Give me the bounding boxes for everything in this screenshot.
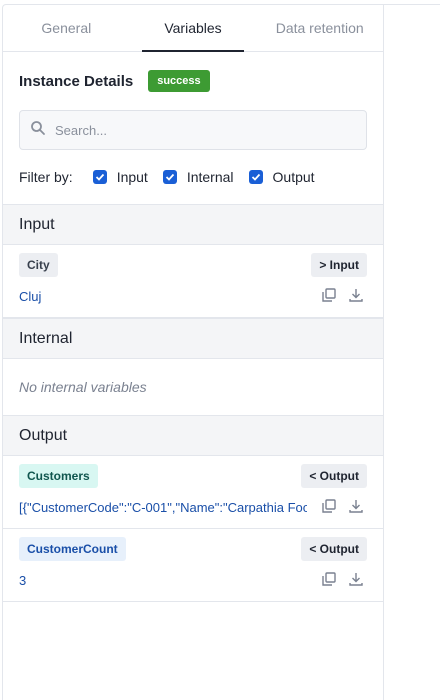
tab-data-retention[interactable]: Data retention [256,5,383,51]
variable-row: City > Input Cluj [3,245,383,318]
checkbox-checked-icon[interactable] [248,170,263,184]
filter-label: Filter by: [19,169,73,185]
copy-icon[interactable] [322,572,336,591]
instance-panel: General Variables Data retention Instanc… [2,4,384,700]
variable-actions [322,499,363,518]
filter-output-checkbox[interactable]: Output [248,169,315,185]
variable-row: Customers < Output [{"CustomerCode":"C-0… [3,456,383,529]
filter-internal-label: Internal [186,169,234,185]
section-output-header: Output [3,415,383,456]
top-divider [384,4,440,5]
direction-badge: > Input [311,253,367,277]
checkbox-checked-icon[interactable] [162,170,177,184]
filter-internal-checkbox[interactable]: Internal [162,169,234,185]
filter-input-checkbox[interactable]: Input [92,169,148,185]
variable-name: Customers [19,464,98,488]
tab-bar: General Variables Data retention [3,5,383,52]
download-icon[interactable] [349,288,363,307]
filter-input-label: Input [116,169,148,185]
direction-badge: < Output [301,464,367,488]
variable-value[interactable]: [{"CustomerCode":"C-001","Name":"Carpath… [19,500,307,515]
filter-row: Filter by: Input Internal Output [3,150,383,204]
search-icon [30,120,46,141]
section-input-header: Input [3,204,383,245]
variable-name: CustomerCount [19,537,126,561]
empty-state: No internal variables [19,379,147,395]
download-icon[interactable] [349,499,363,518]
filter-output-label: Output [272,169,315,185]
download-icon[interactable] [349,572,363,591]
tab-general[interactable]: General [3,5,130,51]
variable-actions [322,288,363,307]
direction-badge: < Output [301,537,367,561]
search-box[interactable] [19,110,367,150]
copy-icon[interactable] [322,499,336,518]
tab-variables[interactable]: Variables [130,5,257,52]
variable-actions [322,572,363,591]
checkbox-checked-icon[interactable] [92,170,107,184]
variable-row: CustomerCount < Output 3 [3,529,383,602]
section-internal-header: Internal [3,318,383,359]
page-title: Instance Details [19,72,134,90]
status-badge: success [148,70,210,92]
copy-icon[interactable] [322,288,336,307]
variable-value[interactable]: Cluj [19,289,307,304]
instance-header: Instance Details success [3,52,383,110]
variable-name: City [19,253,58,277]
search-input[interactable] [55,122,335,138]
variable-value[interactable]: 3 [19,573,307,588]
